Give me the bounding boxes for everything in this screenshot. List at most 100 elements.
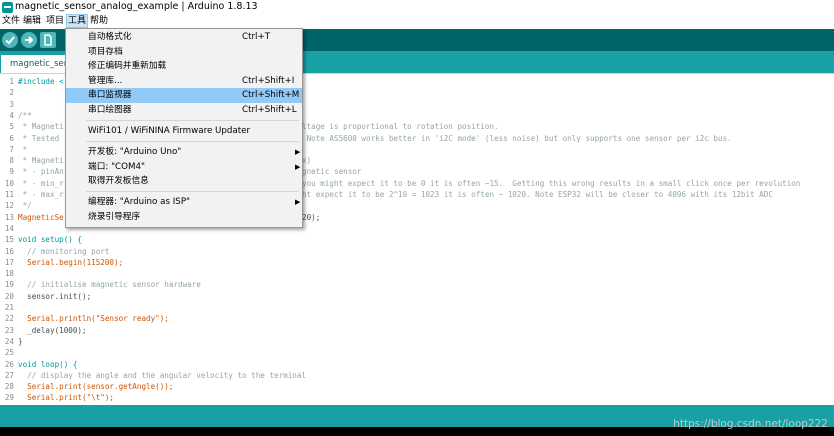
code-text: * Tested	[18, 133, 60, 143]
line-number: 20	[4, 291, 14, 301]
menu-sketch[interactable]: 项目	[45, 15, 65, 28]
check-icon	[5, 36, 15, 45]
code-text-tail: 20);	[302, 212, 321, 222]
line-number: 23	[4, 325, 14, 335]
line-number: 27	[4, 370, 14, 380]
code-text-tail: Note AS5600 works better in 'i2C mode' (…	[302, 133, 732, 143]
menu-item-serial-monitor[interactable]: 串口监视器 Ctrl+Shift+M	[66, 88, 302, 103]
line-number: 26	[4, 359, 14, 369]
code-line: 15 void setup() {	[0, 234, 834, 245]
menu-item-auto-format[interactable]: 自动格式化 Ctrl+T	[66, 30, 302, 45]
code-text: Serial.println("Sensor ready");	[18, 314, 169, 324]
line-number: 1	[9, 77, 14, 86]
code-line: 25	[0, 347, 834, 358]
menu-item-wifi-firmware-updater[interactable]: WiFi101 / WiFiNINA Firmware Updater	[66, 124, 302, 139]
menu-item-port[interactable]: 端口: "COM4" ▶	[66, 160, 302, 175]
line-number: 18	[4, 269, 14, 279]
line-number: 28	[4, 382, 14, 392]
window-title: magnetic_sensor_analog_example | Arduino…	[15, 1, 258, 12]
line-number: 21	[4, 303, 14, 312]
upload-button[interactable]	[21, 32, 37, 48]
menu-file[interactable]: 文件	[1, 15, 21, 28]
code-line: 17 Serial.begin(115200);	[0, 257, 834, 268]
code-text: * Magneti	[18, 122, 64, 132]
watermark: https://blog.csdn.net/loop222	[673, 418, 828, 430]
code-line: 24}	[0, 336, 834, 347]
code-line: 20 sensor.init();	[0, 291, 834, 302]
line-number: 13	[4, 212, 14, 222]
chevron-right-icon: ▶	[295, 162, 301, 171]
code-text: #include <	[18, 77, 64, 86]
menu-item-serial-plotter[interactable]: 串口绘图器 Ctrl+Shift+L	[66, 103, 302, 118]
menu-item-manage-libraries[interactable]: 管理库... Ctrl+Shift+I	[66, 74, 302, 89]
line-number: 8	[9, 156, 14, 166]
line-number: 24	[4, 336, 14, 346]
menu-item-fix-encoding[interactable]: 修正编码并重新加载	[66, 59, 302, 74]
line-number: 29	[4, 393, 14, 403]
code-text: * - max_r	[18, 190, 64, 199]
tools-menu: 自动格式化 Ctrl+T 项目存档 修正编码并重新加载 管理库... Ctrl+…	[65, 28, 303, 228]
code-text: */	[18, 201, 32, 211]
line-number: 14	[4, 223, 14, 233]
code-line: 26 void loop() {	[0, 359, 834, 370]
line-number: 11	[4, 190, 14, 199]
code-text-tail: ltage is proportional to rotation positi…	[302, 122, 499, 132]
menu-separator	[86, 191, 299, 192]
menu-item-archive-sketch[interactable]: 项目存档	[66, 45, 302, 60]
menu-item-board-info[interactable]: 取得开发板信息	[66, 174, 302, 189]
chevron-right-icon: ▶	[295, 198, 301, 206]
code-text: Serial.print("\t");	[18, 393, 115, 403]
code-text: Serial.begin(115200);	[18, 257, 124, 267]
code-line: 23 _delay(1000);	[0, 325, 834, 336]
code-text-tail: ht expect it to be 2^10 = 1023 it is oft…	[302, 190, 773, 199]
code-line: 29 Serial.print("\t");	[0, 392, 834, 403]
code-text-tail: x)	[302, 156, 312, 166]
code-text: _delay(1000);	[18, 325, 87, 335]
code-text: /**	[18, 110, 32, 120]
menu-help[interactable]: 帮助	[89, 15, 109, 28]
code-text: }	[18, 336, 23, 346]
arduino-logo-icon	[2, 2, 13, 13]
code-text: * - pinAn	[18, 167, 64, 177]
line-number: 12	[4, 201, 14, 211]
code-text: *	[18, 144, 28, 154]
code-line: 27 // display the angle and the angular …	[0, 370, 834, 381]
line-number: 3	[9, 99, 14, 109]
verify-button[interactable]	[2, 32, 18, 48]
new-file-icon	[44, 34, 52, 46]
line-number: 25	[4, 348, 14, 358]
line-number: 15	[4, 235, 14, 245]
line-number: 7	[9, 144, 14, 154]
menu-separator	[86, 120, 299, 121]
menu-bar: 文件 编辑 项目 工具 帮助	[0, 14, 834, 28]
new-button[interactable]	[40, 32, 56, 48]
code-text-tail: gnetic sensor	[302, 167, 362, 177]
tab-sketch[interactable]: magnetic_sensor_analog_example	[1, 55, 67, 73]
menu-edit[interactable]: 编辑	[22, 15, 42, 28]
line-number: 2	[9, 88, 14, 98]
line-number: 19	[4, 280, 14, 290]
line-number: 4	[9, 110, 14, 120]
menu-tools[interactable]: 工具	[66, 14, 89, 28]
code-line: 21	[0, 302, 834, 313]
title-bar: magnetic_sensor_analog_example | Arduino…	[0, 0, 834, 15]
code-text: // display the angle and the angular vel…	[18, 370, 307, 380]
menu-item-board[interactable]: 开发板: "Arduino Uno" ▶	[66, 145, 302, 160]
menu-item-burn-bootloader[interactable]: 烧录引导程序	[66, 210, 302, 225]
menu-separator	[86, 141, 299, 142]
code-text: void loop() {	[18, 359, 78, 369]
code-line: 22 Serial.println("Sensor ready");	[0, 313, 834, 324]
code-text: // monitoring port	[18, 246, 110, 256]
line-number: 9	[9, 167, 14, 177]
code-line: 18	[0, 268, 834, 279]
menu-item-programmer[interactable]: 编程器: "Arduino as ISP" ▶	[66, 195, 302, 210]
code-line: 28 Serial.print(sensor.getAngle());	[0, 381, 834, 392]
line-number: 10	[4, 178, 14, 188]
arrow-right-icon	[25, 36, 34, 44]
line-number: 6	[9, 133, 14, 143]
code-line: 16 // monitoring port	[0, 246, 834, 257]
chevron-right-icon: ▶	[295, 148, 301, 156]
code-text-tail: you might expect it to be 0 it is often …	[302, 178, 801, 188]
code-text: sensor.init();	[18, 291, 92, 301]
line-number: 16	[4, 246, 14, 256]
